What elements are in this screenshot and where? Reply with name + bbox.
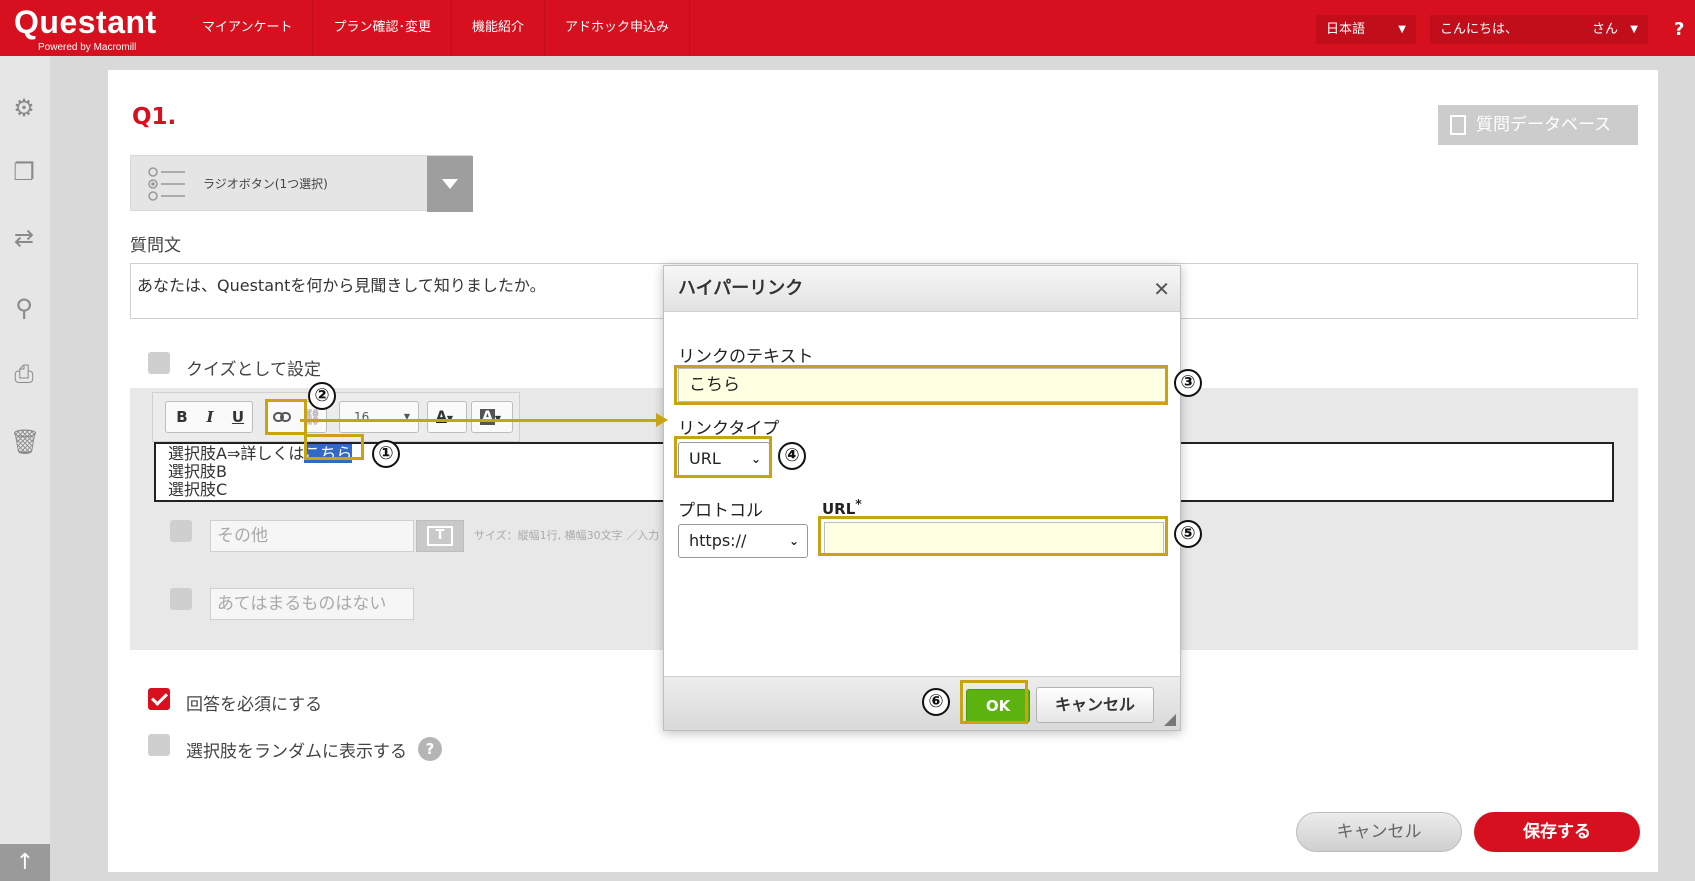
annotation-marker-1: ① [372, 440, 400, 468]
hyperlink-dialog: ハイパーリンク ✕ リンクのテキスト こちら リンクタイプ URL ⌄ プロトコ… [663, 265, 1181, 731]
user-suffix: さん [1591, 22, 1618, 37]
print-icon[interactable]: ⎙ [10, 360, 38, 388]
none-option-input[interactable]: あてはまるものはない [210, 588, 414, 620]
dialog-title: ハイパーリンク [678, 278, 804, 299]
sidebar: ⚙ ❐ ⇄ ⚲ ⎙ 🗑 ↑ [0, 56, 50, 881]
required-checkbox[interactable] [148, 688, 170, 710]
language-value: 日本語 [1326, 22, 1366, 37]
nav-features[interactable]: 機能紹介 [452, 0, 546, 56]
help-icon[interactable]: ? [418, 737, 442, 761]
gear-icon[interactable]: ⚙ [10, 94, 38, 122]
other-checkbox[interactable] [170, 520, 192, 542]
none-checkbox[interactable] [170, 588, 192, 610]
other-option-input[interactable]: その他 [210, 520, 414, 552]
random-label: 選択肢をランダムに表示する [186, 742, 407, 762]
search-icon[interactable]: ⚲ [10, 294, 38, 322]
annotation-arrow-head [656, 413, 668, 427]
logo[interactable]: Questant [14, 4, 157, 41]
chevron-down-icon: ▼ [403, 412, 410, 421]
required-label: 回答を必須にする [186, 695, 323, 715]
nav-my-survey[interactable]: マイアンケート [182, 0, 314, 56]
dialog-cancel-button[interactable]: キャンセル [1036, 687, 1154, 723]
chevron-down-icon[interactable] [427, 156, 473, 212]
logo-subtitle: Powered by Macromill [38, 42, 137, 53]
annotation-box-6 [960, 680, 1028, 724]
share-icon[interactable]: ⇄ [10, 224, 38, 252]
question-type-select[interactable]: ラジオボタン(1つ選択) [130, 155, 473, 212]
protocol-value: https:// [689, 531, 747, 550]
scroll-top-button[interactable]: ↑ [0, 844, 50, 881]
save-button[interactable]: 保存する [1474, 812, 1640, 852]
radio-list-icon [148, 167, 185, 201]
question-text-label: 質問文 [130, 236, 181, 256]
random-checkbox[interactable] [148, 734, 170, 756]
cancel-button[interactable]: キャンセル [1296, 812, 1462, 852]
language-select[interactable]: 日本語 ▼ [1316, 15, 1416, 44]
resize-handle[interactable] [1164, 714, 1176, 726]
chevron-down-icon: ▼ [1630, 24, 1638, 35]
required-mark: * [855, 496, 862, 511]
annotation-marker-6: ⑥ [922, 688, 950, 716]
annotation-box-2 [265, 399, 307, 435]
chevron-down-icon: ▼ [1398, 24, 1406, 35]
annotation-box-5 [818, 516, 1168, 556]
list-icon [1450, 115, 1466, 135]
dialog-header[interactable]: ハイパーリンク ✕ [664, 266, 1180, 312]
url-label: URL* [822, 496, 862, 518]
italic-button[interactable]: I [196, 402, 224, 432]
annotation-box-3 [674, 365, 1168, 405]
annotation-box-1 [304, 434, 364, 460]
nav-plan[interactable]: プラン確認･変更 [313, 0, 452, 56]
bold-button[interactable]: B [168, 402, 196, 432]
quiz-label: クイズとして設定 [186, 360, 321, 380]
top-bar: Questant Powered by Macromill マイアンケート プラ… [0, 0, 1695, 66]
underline-button[interactable]: U [224, 402, 252, 432]
annotation-box-4 [674, 436, 772, 478]
other-size-note: サイズ：縦幅1行, 横幅30文字 ／入力 [474, 529, 660, 542]
question-type-label: ラジオボタン(1つ選択) [203, 177, 328, 191]
close-icon[interactable]: ✕ [1153, 266, 1170, 312]
format-group: B I U [165, 401, 253, 433]
annotation-marker-5: ⑤ [1174, 520, 1202, 548]
annotation-arrow [300, 419, 658, 422]
annotation-marker-4: ④ [778, 442, 806, 470]
help-button[interactable]: ? [1674, 15, 1695, 44]
font-size-select[interactable]: 16 ▼ [339, 401, 419, 433]
protocol-label: プロトコル [678, 501, 763, 521]
nav-adhoc[interactable]: アドホック申込み [545, 0, 691, 56]
text-field-icon: T [427, 526, 453, 546]
annotation-marker-3: ③ [1174, 369, 1202, 397]
question-number: Q1. [132, 104, 177, 130]
question-database-label: 質問データベース [1476, 115, 1612, 135]
main-nav: マイアンケート プラン確認･変更 機能紹介 アドホック申込み [182, 0, 691, 56]
quiz-checkbox[interactable] [148, 352, 170, 374]
user-menu[interactable]: こんにちは、 さん ▼ [1430, 15, 1648, 44]
background-color-button[interactable]: A▼ [471, 401, 513, 433]
trash-icon[interactable]: 🗑 [10, 428, 40, 456]
copy-icon[interactable]: ❐ [10, 158, 38, 186]
annotation-marker-2: ② [308, 382, 336, 410]
text-color-button[interactable]: A▼ [427, 401, 467, 433]
question-database-button[interactable]: 質問データベース [1438, 105, 1638, 145]
greeting: こんにちは、 [1440, 22, 1519, 37]
protocol-select[interactable]: https:// ⌄ [678, 524, 808, 558]
link-text-label: リンクのテキスト [678, 347, 814, 367]
choice-line-1-prefix: 選択肢A⇒詳しくは [168, 444, 305, 463]
text-settings-button[interactable]: T [416, 520, 464, 552]
chevron-down-icon: ⌄ [788, 534, 799, 548]
